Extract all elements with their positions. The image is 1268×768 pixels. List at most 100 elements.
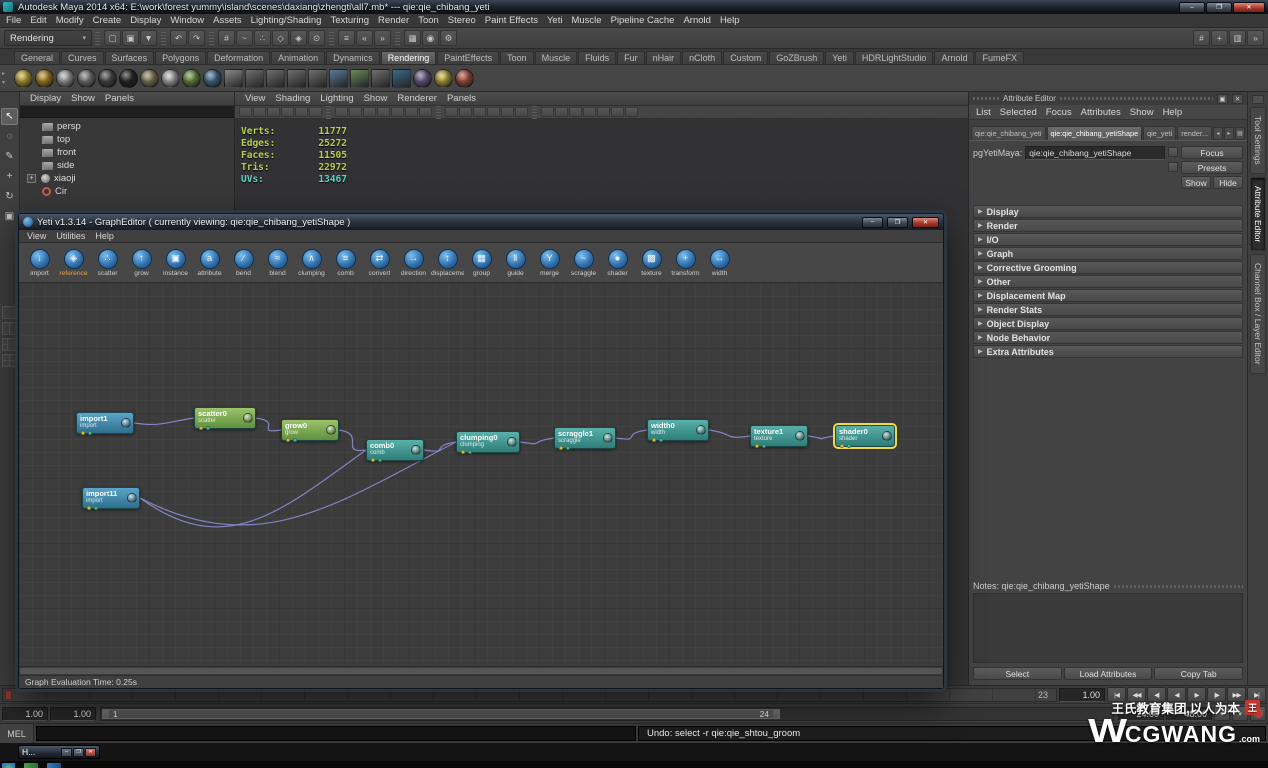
command-line-language-toggle[interactable]: MEL xyxy=(0,724,34,743)
graph-node-width0[interactable]: width0 width xyxy=(647,419,709,442)
range-slider[interactable]: 1 24 xyxy=(100,706,1114,721)
node-output-connector[interactable] xyxy=(286,438,290,442)
sphere-silver-icon[interactable] xyxy=(56,68,75,88)
outliner-item-front[interactable]: front xyxy=(20,146,234,159)
scrollbar-handle[interactable] xyxy=(20,668,942,674)
viewport-toggle-icon[interactable] xyxy=(515,107,528,117)
shelf-tab-dynamics[interactable]: Dynamics xyxy=(326,51,380,64)
taskbar-app-icon[interactable] xyxy=(47,763,61,768)
spot-light-icon[interactable] xyxy=(245,68,264,88)
section-node-behavior[interactable]: ▶ Node Behavior xyxy=(973,331,1243,344)
node-input-connector[interactable] xyxy=(468,450,472,454)
snap-to-center-icon[interactable]: ⊙ xyxy=(308,30,325,46)
viewport-toggle-icon[interactable] xyxy=(611,107,624,117)
show-button[interactable]: Show xyxy=(1181,176,1211,189)
section-object-display[interactable]: ▶ Object Display xyxy=(973,317,1243,330)
node-dial-icon[interactable] xyxy=(882,431,892,441)
graph-node-shader0[interactable]: shader0 shader xyxy=(833,423,897,449)
yeti-tool-width[interactable]: ↔ width xyxy=(703,244,736,281)
edge-clumping0-scraggle1[interactable] xyxy=(519,437,555,445)
node-output-connector[interactable] xyxy=(87,506,91,510)
open-sidebar-icon[interactable]: ▥ xyxy=(1229,30,1246,46)
command-line-input[interactable] xyxy=(36,726,636,741)
move-tool[interactable]: + xyxy=(1,168,18,185)
viewport-menu-shading[interactable]: Shading xyxy=(275,93,310,104)
minimized-window[interactable]: H... – ❐ ✕ xyxy=(18,745,100,759)
viewport-toggle-icon[interactable] xyxy=(445,107,458,117)
hide-button[interactable]: Hide xyxy=(1213,176,1243,189)
construction-history-icon[interactable]: ≡ xyxy=(338,30,355,46)
menu-set-selector[interactable]: Rendering ▾ xyxy=(4,30,92,46)
mini-close-button[interactable]: ✕ xyxy=(85,747,96,757)
select-button[interactable]: Select xyxy=(973,667,1062,680)
minimize-button[interactable]: – xyxy=(1179,1,1205,13)
animation-start-field[interactable]: 1.00 xyxy=(2,706,48,721)
node-output-connector[interactable] xyxy=(199,426,203,430)
attribute-editor-header[interactable]: Attribute Editor ▣ ✕ xyxy=(969,92,1247,105)
ae-tab-qie-yeti[interactable]: qie_yeti xyxy=(1143,126,1177,140)
graph-horizontal-scrollbar[interactable] xyxy=(19,666,943,675)
list-icon[interactable] xyxy=(1168,162,1178,172)
sidebar-tab-channel-box-layer-editor[interactable]: Channel Box / Layer Editor xyxy=(1250,253,1266,374)
yeti-tool-convert[interactable]: ⇄ convert xyxy=(363,244,396,281)
outliner-item-xiaoji[interactable]: + xiaoji xyxy=(20,172,234,185)
outliner-item-side[interactable]: side xyxy=(20,159,234,172)
start-button-icon[interactable] xyxy=(2,763,15,768)
utility-yellow-icon[interactable] xyxy=(434,68,453,88)
playback-start-field[interactable]: 1.00 xyxy=(50,706,96,721)
shelf-tab-curves[interactable]: Curves xyxy=(61,51,104,64)
window-titlebar[interactable]: Autodesk Maya 2014 x64: E:\work\forest y… xyxy=(0,0,1268,14)
shelf-tab-fluids[interactable]: Fluids xyxy=(578,51,617,64)
menu-stereo[interactable]: Stereo xyxy=(448,15,476,26)
yeti-minimize-button[interactable]: – xyxy=(862,216,883,228)
shelf-tab-arnold[interactable]: Arnold xyxy=(934,51,975,64)
drag-grip[interactable] xyxy=(1059,97,1213,100)
node-input-connector[interactable] xyxy=(847,444,851,448)
menu-yeti[interactable]: Yeti xyxy=(547,15,563,26)
sphere-gold-icon[interactable] xyxy=(14,68,33,88)
section-corrective-grooming[interactable]: ▶ Corrective Grooming xyxy=(973,261,1243,274)
node-dial-icon[interactable] xyxy=(411,445,421,455)
graph-node-import11[interactable]: import11 import xyxy=(82,487,140,510)
menu-assets[interactable]: Assets xyxy=(213,15,242,26)
toon-outline-icon[interactable] xyxy=(371,68,390,88)
list-inputs-icon[interactable]: « xyxy=(356,30,373,46)
select-tool[interactable]: ↖ xyxy=(1,108,18,125)
env-ball-icon[interactable] xyxy=(413,68,432,88)
edge-scatter0-grow0[interactable] xyxy=(255,417,282,432)
sphere-blue-icon[interactable] xyxy=(203,68,222,88)
viewport-toggle-icon[interactable] xyxy=(405,107,418,117)
save-scene-icon[interactable]: ▼ xyxy=(140,30,157,46)
mini-maximize-button[interactable]: ❐ xyxy=(73,747,84,757)
menu-paint-effects[interactable]: Paint Effects xyxy=(485,15,538,26)
sphere-black-icon[interactable] xyxy=(119,68,138,88)
three-pane-layout-button[interactable] xyxy=(2,338,17,351)
node-dial-icon[interactable] xyxy=(507,437,517,447)
viewport-toggle-icon[interactable] xyxy=(363,107,376,117)
show-grid-icon[interactable]: # xyxy=(1193,30,1210,46)
shelf-tab-rendering[interactable]: Rendering xyxy=(380,51,437,64)
node-dial-icon[interactable] xyxy=(243,413,253,423)
yeti-tool-scatter[interactable]: ∴ scatter xyxy=(91,244,124,281)
node-input-connector[interactable] xyxy=(566,446,570,450)
viewport-toggle-icon[interactable] xyxy=(487,107,500,117)
viewport-menu-view[interactable]: View xyxy=(245,93,265,104)
ipr-render-icon[interactable]: ◉ xyxy=(422,30,439,46)
viewport-toggle-icon[interactable] xyxy=(419,107,432,117)
sphere-green-icon[interactable] xyxy=(182,68,201,88)
yeti-tool-grow[interactable]: ↑ grow xyxy=(125,244,158,281)
shelf-tab-animation[interactable]: Animation xyxy=(271,51,326,64)
yeti-tool-blend[interactable]: ≈ blend xyxy=(261,244,294,281)
shelf-tab-painteffects[interactable]: PaintEffects xyxy=(437,51,500,64)
menu-texturing[interactable]: Texturing xyxy=(330,15,369,26)
shelf-menu-arrows[interactable]: ▸ ▾ xyxy=(2,65,5,91)
node-output-connector[interactable] xyxy=(840,444,844,448)
graph-node-texture1[interactable]: texture1 texture xyxy=(750,425,808,448)
menu-display[interactable]: Display xyxy=(130,15,161,26)
focus-button[interactable]: Focus xyxy=(1181,146,1243,159)
node-dial-icon[interactable] xyxy=(795,431,805,441)
shelf-tab-ncloth[interactable]: nCloth xyxy=(682,51,723,64)
redo-icon[interactable]: ↷ xyxy=(188,30,205,46)
edge-import11-comb0[interactable] xyxy=(139,449,367,528)
texture-checker-icon[interactable] xyxy=(224,68,243,88)
